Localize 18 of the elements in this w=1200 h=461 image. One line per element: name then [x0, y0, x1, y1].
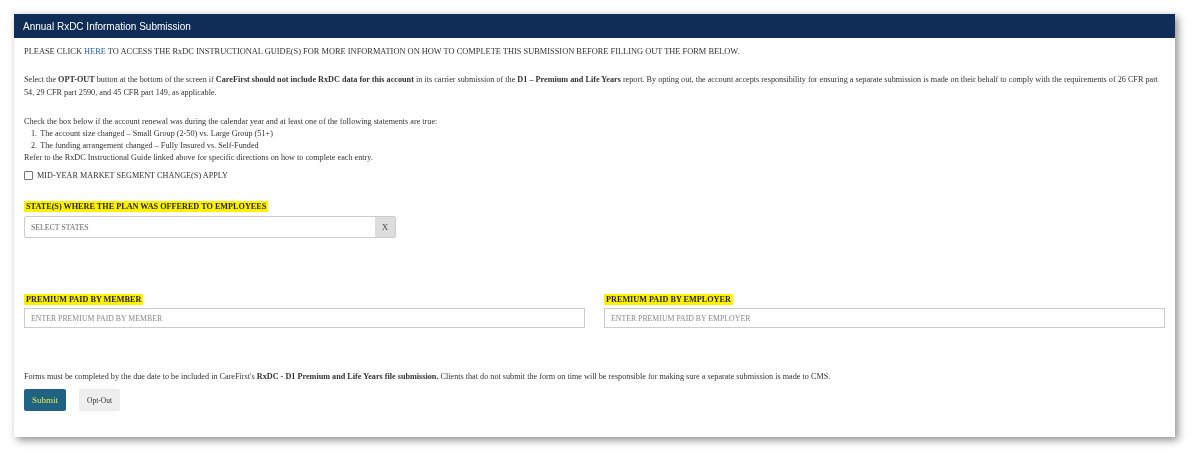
guide-link[interactable]: HERE — [84, 47, 106, 56]
list-number: 1. — [31, 128, 38, 140]
refer-note: Refer to the RxDC Instructional Guide linked above for specific directions on how to complete each entry. — [24, 152, 374, 164]
check-intro-text: Check the box below if the account renewal was during the calendar year and at least one of the following statements are true: — [24, 116, 439, 128]
statement-text: The funding arrangement changed – Fully Insured vs. Self-Funded — [40, 140, 259, 152]
checkbox[interactable] — [24, 171, 33, 180]
footer-note: Forms must be completed by the due date to be included in CareFirst's RxDC - D1 Premium and Life Years file submission. Clients that do not submit the form on time will be responsible for making sure a separate submission is made to CMS. — [24, 372, 832, 381]
clear-button[interactable]: X — [375, 217, 395, 237]
panel-title: Annual RxDC Information Submission — [23, 20, 191, 32]
statement-text: The account size changed – Small Group (2-50) vs. Large Group (51+) — [40, 128, 273, 140]
list-number: 2. — [31, 140, 38, 152]
field-label: STATE(S) WHERE THE PLAN WAS OFFERED TO EMPLOYEES — [24, 201, 269, 212]
instruction-text: PLEASE CLICK HERE TO ACCESS THE RxDC INSTRUCTIONAL GUIDE(S) FOR MORE INFORMATION ON HOW TO COMPLETE THIS SUBMISSION BEFORE FILLING OUT THE FORM BELOW. — [24, 47, 741, 56]
submit-button[interactable]: Submit — [24, 389, 66, 411]
opt-out-notice: Select the OPT-OUT button at the bottom of the screen if CareFirst should not include RxDC data for this account in its carrier submission of the D1 – Premium and Life Years report. By opting out, the account accepts responsibility for ensuring a separate submission is made on their behalf to comply with the requirements of 26 CFR part 54, 29 CFR part 2590, and 45 CFR part 149, as applicable. — [24, 74, 1160, 99]
field-label: PREMIUM PAID BY MEMBER — [24, 294, 144, 305]
checkbox-label: MID-YEAR MARKET SEGMENT CHANGE(S) APPLY — [37, 171, 228, 180]
field-label: PREMIUM PAID BY EMPLOYER — [604, 294, 733, 305]
